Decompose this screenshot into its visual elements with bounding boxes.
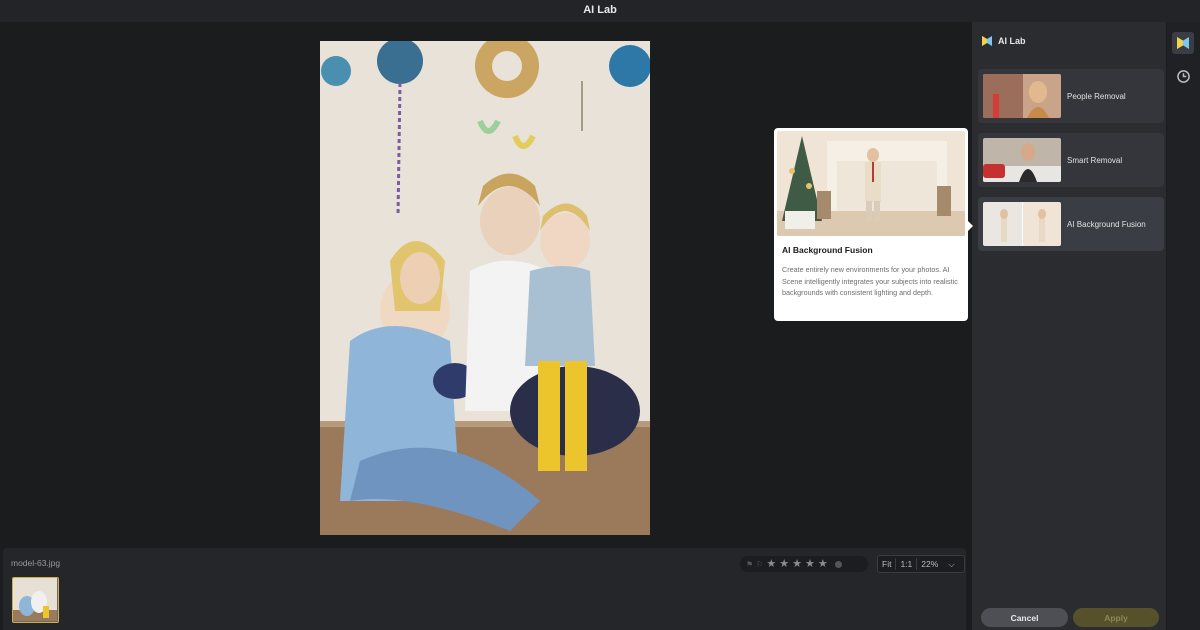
background-fusion-thumbnail <box>983 202 1061 246</box>
star-1-icon[interactable]: ★ <box>766 558 776 570</box>
star-2-icon[interactable]: ★ <box>779 558 789 570</box>
feature-people-removal[interactable]: People Removal <box>978 69 1164 123</box>
star-3-icon[interactable]: ★ <box>792 558 802 570</box>
tooltip-preview-image <box>777 131 965 236</box>
panel-header: AI Lab <box>982 36 1026 46</box>
cancel-button[interactable]: Cancel <box>981 608 1068 627</box>
zoom-control: Fit 1:1 22% ⌵ <box>877 555 965 573</box>
star-5-icon[interactable]: ★ <box>818 558 828 570</box>
feature-label: People Removal <box>1067 91 1126 101</box>
main-photo[interactable] <box>320 41 650 535</box>
title-bar: AI Lab <box>0 0 1200 22</box>
panel-title: AI Lab <box>998 36 1026 46</box>
ai-lab-logo-icon <box>982 36 992 46</box>
reject-flag-icon[interactable]: ⚐ <box>756 560 763 569</box>
feature-label: AI Background Fusion <box>1067 219 1146 229</box>
tooltip-title: AI Background Fusion <box>782 245 873 255</box>
right-tool-rail <box>1167 22 1200 630</box>
feature-tooltip: AI Background Fusion Create entirely new… <box>774 128 973 321</box>
feature-label: Smart Removal <box>1067 155 1123 165</box>
flag-icon[interactable]: ⚑ <box>746 560 753 569</box>
feature-ai-background-fusion[interactable]: AI Background Fusion <box>978 197 1164 251</box>
zoom-1to1-button[interactable]: 1:1 <box>896 559 916 569</box>
app-title: AI Lab <box>583 4 617 16</box>
history-rail-button[interactable] <box>1172 65 1194 87</box>
ai-lab-rail-button[interactable] <box>1172 32 1194 54</box>
filmstrip-panel: model-63.jpg ⚑ ⚐ ★ ★ ★ ★ ★ Fit 1:1 22% ⌵ <box>3 548 966 630</box>
rating-control: ⚑ ⚐ ★ ★ ★ ★ ★ <box>740 556 868 572</box>
color-label-dot-icon[interactable] <box>834 560 842 568</box>
zoom-fit-button[interactable]: Fit <box>878 559 895 569</box>
ai-lab-panel: AI Lab People Removal Smart Removal AI B… <box>971 22 1166 630</box>
zoom-level-value[interactable]: 22% <box>917 559 942 569</box>
feature-smart-removal[interactable]: Smart Removal <box>978 133 1164 187</box>
star-4-icon[interactable]: ★ <box>805 558 815 570</box>
smart-removal-thumbnail <box>983 138 1061 182</box>
apply-button[interactable]: Apply <box>1073 608 1159 627</box>
filmstrip-thumbnail[interactable] <box>12 577 59 623</box>
ai-lab-icon <box>1177 37 1189 49</box>
tooltip-arrow <box>968 221 973 231</box>
file-name: model-63.jpg <box>11 558 61 568</box>
chevron-down-icon[interactable]: ⌵ <box>944 559 958 570</box>
history-clock-icon <box>1176 69 1190 83</box>
tooltip-description: Create entirely new environments for you… <box>782 265 958 297</box>
family-photo-image <box>320 41 650 535</box>
people-removal-thumbnail <box>983 74 1061 118</box>
